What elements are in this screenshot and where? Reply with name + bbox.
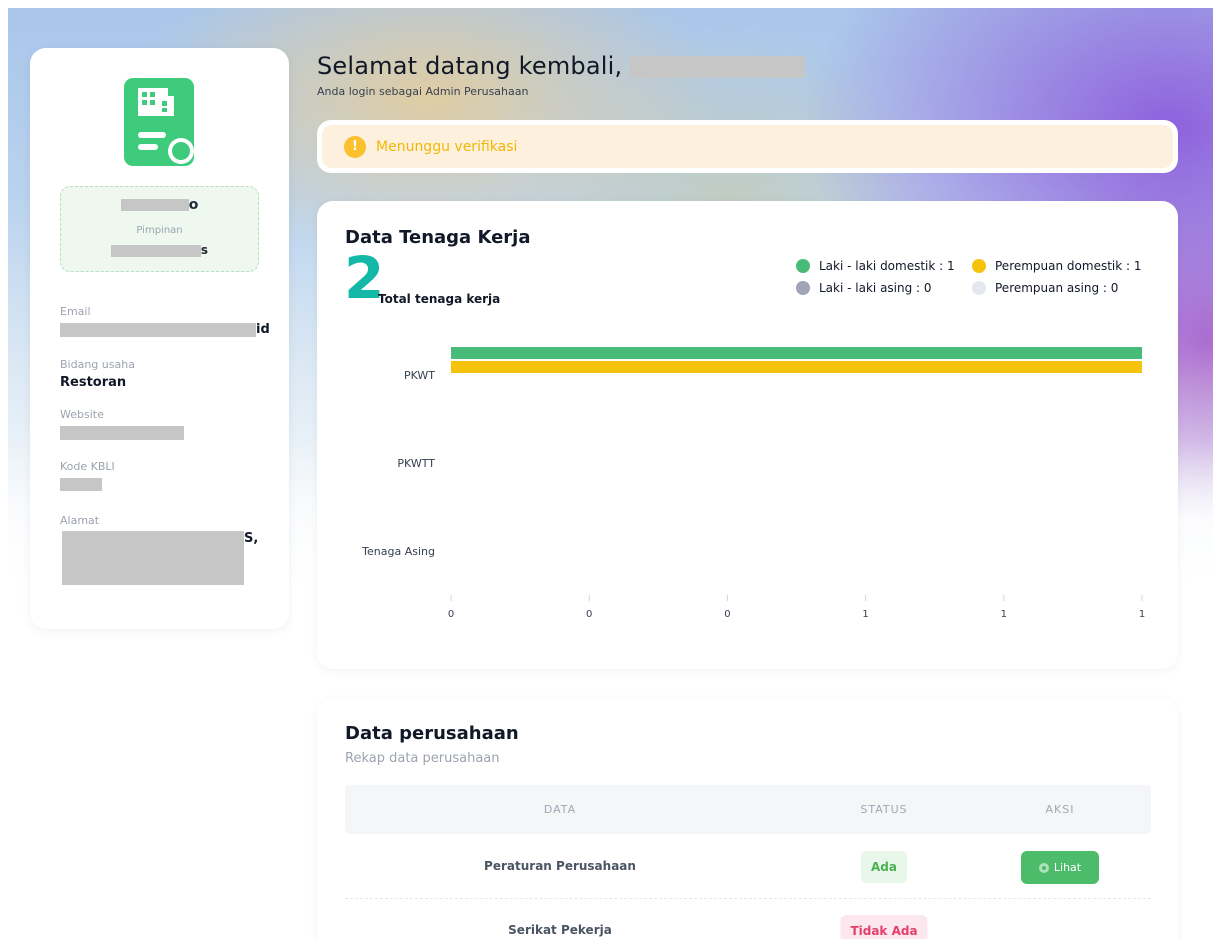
redacted-block [630, 56, 806, 78]
address-value: S, [60, 531, 260, 585]
redacted-block [60, 425, 184, 440]
company-name: o [61, 197, 258, 213]
business-label: Bidang usaha [60, 358, 135, 371]
building-certificate-icon [124, 78, 194, 166]
website-value [60, 425, 184, 440]
kbli-field: Kode KBLI [60, 460, 115, 492]
leader-label: Pimpinan [136, 225, 183, 236]
eye-icon [1038, 862, 1049, 873]
column-header-action: AKSI [1045, 803, 1075, 816]
x-tick-label: 1 [862, 609, 868, 620]
kbli-label: Kode KBLI [60, 460, 115, 473]
login-role-text: Anda login sebagai Admin Perusahaan [317, 85, 529, 98]
redacted-block [62, 531, 244, 585]
business-value: Restoran [60, 375, 127, 390]
category-label: Tenaga Asing [361, 545, 435, 558]
address-field: Alamat S, [60, 514, 260, 585]
welcome-heading: Selamat datang kembali, [317, 52, 806, 80]
alert-text: Menunggu verifikasi [376, 138, 518, 155]
bar[interactable] [451, 347, 1142, 359]
company-data-card: Data perusahaan Rekap data perusahaan DA… [317, 699, 1178, 939]
leader-name: s [61, 243, 258, 257]
business-field: Bidang usaha Restoran [60, 358, 135, 390]
redacted-block [120, 199, 189, 211]
email-value: id [60, 322, 270, 337]
address-label: Alamat [60, 514, 100, 527]
row-name: Serikat Pekerja [508, 923, 612, 937]
x-tick-label: 0 [724, 609, 730, 620]
table-row: Serikat Pekerja Tidak Ada [345, 899, 1151, 939]
x-tick-label: 0 [448, 609, 454, 620]
table-row: Peraturan Perusahaan Ada Lihat [345, 835, 1151, 899]
verification-alert: ! Menunggu verifikasi [317, 120, 1178, 173]
x-tick-label: 0 [586, 609, 592, 620]
category-label: PKWT [404, 369, 435, 382]
status-badge: Tidak Ada [840, 915, 928, 939]
redacted-block [60, 478, 102, 491]
bar[interactable] [451, 361, 1142, 373]
company-data-subtitle: Rekap data perusahaan [345, 751, 500, 766]
x-tick-label: 1 [1139, 609, 1145, 620]
column-header-status: STATUS [860, 803, 908, 816]
company-summary-box: o Pimpinan s [60, 186, 259, 272]
redacted-block [60, 322, 256, 337]
email-label: Email [60, 305, 91, 318]
row-name: Peraturan Perusahaan [484, 859, 636, 873]
view-button[interactable]: Lihat [1021, 851, 1099, 884]
category-label: PKWTT [397, 457, 435, 470]
workforce-card: Data Tenaga Kerja 2 Total tenaga kerja L… [317, 201, 1178, 669]
redacted-block [110, 244, 201, 257]
exclamation-icon: ! [344, 135, 366, 158]
website-field: Website [60, 408, 184, 440]
workforce-bar-chart: PKWT PKWTT Tenaga Asing 0 0 0 1 1 1 [361, 347, 1145, 620]
kbli-value [60, 477, 115, 492]
company-profile-card: o Pimpinan s Email id Bidang usaha Resto… [30, 48, 289, 629]
table-header: DATA STATUS AKSI [345, 785, 1151, 834]
website-label: Website [60, 408, 104, 421]
x-tick-label: 1 [1001, 609, 1007, 620]
company-data-title: Data perusahaan [345, 723, 519, 744]
email-field: Email id [60, 305, 270, 337]
column-header-data: DATA [543, 803, 577, 816]
status-badge: Ada [861, 851, 907, 883]
